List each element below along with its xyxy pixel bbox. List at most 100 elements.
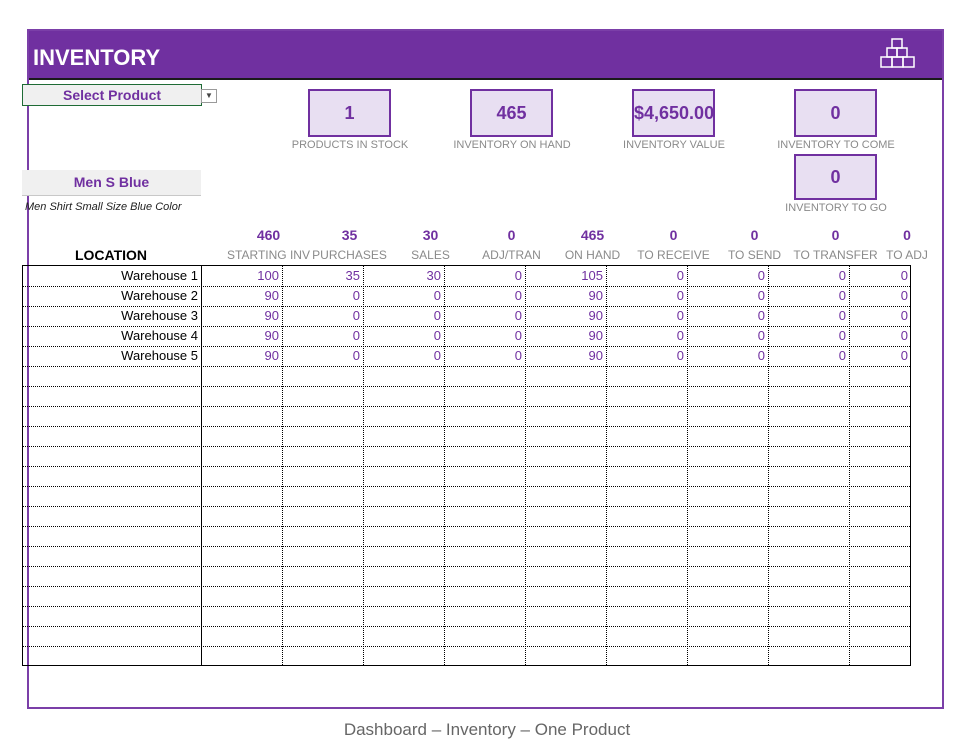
value-cell[interactable]: 0 <box>687 347 765 365</box>
column-total: 0 <box>831 227 840 243</box>
column-total: 0 <box>750 227 759 243</box>
row-divider <box>23 466 910 467</box>
row-divider <box>23 506 910 507</box>
row-divider <box>23 386 910 387</box>
value-cell[interactable]: 0 <box>849 327 908 345</box>
row-divider <box>23 606 910 607</box>
row-divider <box>23 586 910 587</box>
inventory-table: Warehouse 1 100 35 30 0 105 0 0 0 0 Warehouse 2 90 0… <box>22 265 911 666</box>
location-cell[interactable]: Warehouse 3 <box>23 307 198 325</box>
value-cell[interactable]: 0 <box>768 267 846 285</box>
value-cell[interactable]: 35 <box>282 267 360 285</box>
value-cell[interactable]: 0 <box>282 327 360 345</box>
value-cell[interactable]: 0 <box>687 307 765 325</box>
value-cell[interactable]: 90 <box>525 347 603 365</box>
location-cell[interactable]: Warehouse 5 <box>23 347 198 365</box>
value-cell[interactable]: 90 <box>525 287 603 305</box>
column-total: 460 <box>256 227 281 243</box>
value-cell[interactable]: 0 <box>849 347 908 365</box>
value-cell[interactable]: 0 <box>849 267 908 285</box>
kpi-label-inventory-to-go: INVENTORY TO GO <box>785 202 887 214</box>
value-cell[interactable]: 0 <box>849 307 908 325</box>
kpi-label-inventory-on-hand: INVENTORY ON HAND <box>453 139 571 151</box>
value-cell[interactable]: 0 <box>768 287 846 305</box>
value-cell[interactable]: 0 <box>768 327 846 345</box>
row-divider <box>23 426 910 427</box>
value-cell[interactable]: 90 <box>201 287 279 305</box>
caption: Dashboard – Inventory – One Product <box>343 720 631 739</box>
value-cell[interactable]: 0 <box>849 287 908 305</box>
value-cell[interactable]: 0 <box>282 287 360 305</box>
kpi-label-inventory-value: INVENTORY VALUE <box>623 139 725 151</box>
boxes-icon <box>880 38 915 68</box>
row-divider <box>23 526 910 527</box>
value-cell[interactable]: 0 <box>768 347 846 365</box>
kpi-label-inventory-to-come: INVENTORY TO COME <box>777 139 895 151</box>
kpi-products-in-stock: 1 <box>308 89 391 137</box>
value-cell[interactable]: 0 <box>606 287 684 305</box>
value-cell[interactable]: 0 <box>444 287 522 305</box>
kpi-inventory-on-hand: 465 <box>470 89 553 137</box>
column-header: SALES <box>411 248 450 262</box>
kpi-inventory-value: $4,650.00 <box>632 89 715 137</box>
product-name: Men S Blue <box>22 170 201 196</box>
row-divider <box>23 626 910 627</box>
value-cell[interactable]: 0 <box>444 267 522 285</box>
value-cell[interactable]: 30 <box>363 267 441 285</box>
row-divider <box>23 546 910 547</box>
value-cell[interactable]: 100 <box>201 267 279 285</box>
row-divider <box>23 486 910 487</box>
value-cell[interactable]: 0 <box>606 347 684 365</box>
column-header: STARTING INV <box>227 248 310 262</box>
kpi-inventory-to-come: 0 <box>794 89 877 137</box>
value-cell[interactable]: 0 <box>444 347 522 365</box>
column-total: 465 <box>580 227 605 243</box>
row-divider <box>23 446 910 447</box>
row-divider <box>23 646 910 647</box>
value-cell[interactable]: 90 <box>201 347 279 365</box>
value-cell[interactable]: 90 <box>201 307 279 325</box>
column-header: TO ADJ <box>886 248 928 262</box>
location-header: LOCATION <box>74 247 148 263</box>
chevron-down-icon[interactable]: ▼ <box>201 89 217 103</box>
value-cell[interactable]: 0 <box>444 327 522 345</box>
value-cell[interactable]: 0 <box>606 307 684 325</box>
column-header: PURCHASES <box>312 248 387 262</box>
value-cell[interactable]: 90 <box>525 327 603 345</box>
product-description: Men Shirt Small Size Blue Color <box>25 201 182 213</box>
kpi-inventory-to-go: 0 <box>794 154 877 200</box>
value-cell[interactable]: 0 <box>768 307 846 325</box>
column-total: 35 <box>341 227 358 243</box>
row-divider <box>23 366 910 367</box>
column-total: 0 <box>507 227 516 243</box>
row-divider <box>23 406 910 407</box>
column-header: ON HAND <box>564 248 621 262</box>
column-total: 0 <box>903 227 911 243</box>
kpi-label-products-in-stock: PRODUCTS IN STOCK <box>291 139 409 151</box>
value-cell[interactable]: 0 <box>606 267 684 285</box>
value-cell[interactable]: 0 <box>363 347 441 365</box>
value-cell[interactable]: 90 <box>525 307 603 325</box>
row-divider <box>23 566 910 567</box>
value-cell[interactable]: 0 <box>363 287 441 305</box>
value-cell[interactable]: 0 <box>606 327 684 345</box>
column-total: 0 <box>669 227 678 243</box>
column-header: ADJ/TRAN <box>482 248 541 262</box>
value-cell[interactable]: 0 <box>687 327 765 345</box>
location-cell[interactable]: Warehouse 2 <box>23 287 198 305</box>
location-cell[interactable]: Warehouse 1 <box>23 267 198 285</box>
value-cell[interactable]: 0 <box>282 347 360 365</box>
value-cell[interactable]: 90 <box>201 327 279 345</box>
location-cell[interactable]: Warehouse 4 <box>23 327 198 345</box>
value-cell[interactable]: 0 <box>687 267 765 285</box>
select-product-dropdown[interactable]: Select Product <box>22 84 202 106</box>
value-cell[interactable]: 0 <box>282 307 360 325</box>
column-header: TO RECEIVE <box>637 248 710 262</box>
value-cell[interactable]: 0 <box>363 307 441 325</box>
column-total: 30 <box>422 227 439 243</box>
column-header: TO SEND <box>727 248 782 262</box>
value-cell[interactable]: 105 <box>525 267 603 285</box>
value-cell[interactable]: 0 <box>444 307 522 325</box>
value-cell[interactable]: 0 <box>363 327 441 345</box>
value-cell[interactable]: 0 <box>687 287 765 305</box>
